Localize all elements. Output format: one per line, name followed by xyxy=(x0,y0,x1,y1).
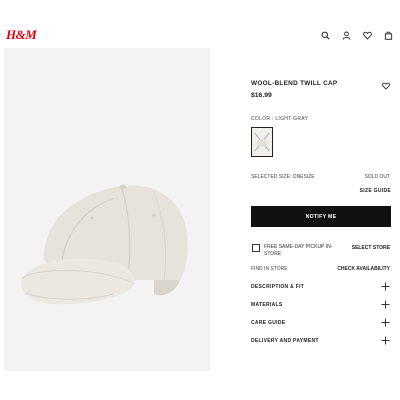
header-icon-bar xyxy=(320,30,394,41)
title-row: WOOL-BLEND TWILL CAP xyxy=(251,80,391,92)
favorites-icon[interactable] xyxy=(362,30,373,41)
find-in-store-label: FIND IN STORE xyxy=(251,266,288,272)
accordion-materials[interactable]: MATERIALS xyxy=(251,300,391,312)
accordion-label: DELIVERY AND PAYMENT xyxy=(251,338,319,344)
accordion-label: MATERIALS xyxy=(251,302,283,308)
product-info: WOOL-BLEND TWILL CAP $16.99 xyxy=(251,80,391,99)
accordion-delivery-payment[interactable]: DELIVERY AND PAYMENT xyxy=(251,336,391,348)
find-in-store-row: FIND IN STORE CHECK AVAILABILITY xyxy=(251,266,391,272)
product-image[interactable] xyxy=(4,48,210,371)
select-store-link[interactable]: SELECT STORE xyxy=(352,245,390,251)
search-icon[interactable] xyxy=(320,30,331,41)
size-row: SELECTED SIZE: ONESIZE SOLD OUT xyxy=(251,174,391,180)
size-guide-link[interactable]: SIZE GUIDE xyxy=(360,188,391,194)
cap-illustration xyxy=(4,48,210,371)
heart-icon[interactable] xyxy=(382,82,390,90)
plus-icon xyxy=(381,318,390,327)
product-title: WOOL-BLEND TWILL CAP xyxy=(251,80,338,87)
accordion-label: CARE GUIDE xyxy=(251,320,286,326)
hm-logo[interactable]: H&M xyxy=(6,27,37,43)
swatch-thumbnail xyxy=(254,132,270,152)
selected-size: SELECTED SIZE: ONESIZE xyxy=(251,174,315,180)
sold-out-status: SOLD OUT xyxy=(364,174,390,180)
notify-me-button[interactable]: NOTIFY ME xyxy=(251,206,391,227)
cart-icon[interactable] xyxy=(383,30,394,41)
color-swatch-light-gray[interactable] xyxy=(251,127,273,157)
site-header: H&M xyxy=(0,0,400,48)
pickup-checkbox[interactable] xyxy=(252,244,260,252)
color-label: COLOR : LIGHT GRAY xyxy=(251,116,309,122)
pickup-row: FREE SAME-DAY PICKUP IN-STORE SELECT STO… xyxy=(251,243,391,261)
plus-icon xyxy=(381,300,390,309)
accordion-care-guide[interactable]: CARE GUIDE xyxy=(251,318,391,330)
product-price: $16.99 xyxy=(251,92,272,99)
plus-icon xyxy=(381,282,390,291)
account-icon[interactable] xyxy=(341,30,352,41)
accordion-label: DESCRIPTION & FIT xyxy=(251,284,305,290)
plus-icon xyxy=(381,336,390,345)
check-availability-link[interactable]: CHECK AVAILABILITY xyxy=(337,266,390,272)
accordion-description-fit[interactable]: DESCRIPTION & FIT xyxy=(251,282,391,294)
pickup-label: FREE SAME-DAY PICKUP IN-STORE xyxy=(264,244,333,257)
